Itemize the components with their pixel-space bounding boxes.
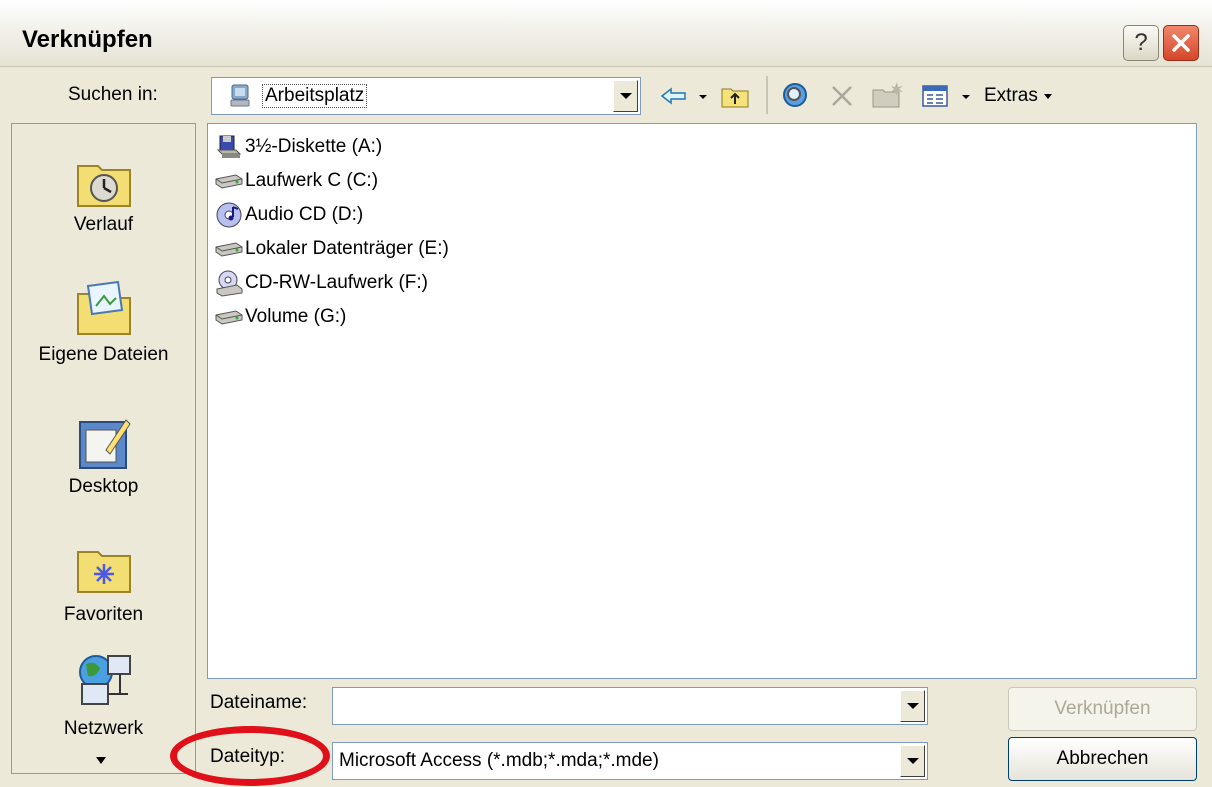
filetype-select[interactable]: Microsoft Access (*.mdb;*.mda;*.mde) bbox=[332, 742, 928, 780]
chevron-down-icon bbox=[962, 95, 970, 99]
place-favorites[interactable]: Favoriten bbox=[12, 536, 195, 636]
look-in-label: Suchen in: bbox=[68, 84, 158, 105]
file-label: CD-RW-Laufwerk (F:) bbox=[245, 272, 428, 293]
back-arrow-icon bbox=[660, 87, 686, 105]
place-label: Eigene Dateien bbox=[38, 344, 169, 365]
close-button[interactable] bbox=[1163, 25, 1199, 61]
file-list[interactable]: 3½-Diskette (A:) Laufwerk C (C:) Audio C… bbox=[207, 123, 1197, 679]
file-label: Volume (G:) bbox=[245, 306, 347, 327]
chevron-down-icon bbox=[906, 703, 919, 709]
link-button[interactable]: Verknüpfen bbox=[1008, 687, 1197, 731]
help-button[interactable]: ? bbox=[1123, 25, 1159, 61]
views-list-icon bbox=[922, 85, 948, 107]
chevron-down-icon bbox=[1043, 93, 1052, 99]
place-label: Verlauf bbox=[73, 214, 134, 235]
views-button[interactable] bbox=[918, 80, 952, 112]
search-web-button[interactable] bbox=[778, 78, 814, 114]
filename-label: Dateiname: bbox=[210, 692, 308, 713]
places-bar: Verlauf Eigene Dateien Desktop Favoriten bbox=[11, 123, 196, 774]
delete-button[interactable] bbox=[825, 80, 859, 112]
place-my-documents[interactable]: Eigene Dateien bbox=[12, 276, 195, 376]
chevron-down-icon bbox=[699, 95, 707, 99]
search-web-icon bbox=[783, 83, 807, 107]
back-dropdown[interactable] bbox=[695, 90, 711, 104]
place-label: Netzwerk bbox=[63, 718, 144, 739]
title-bar: Verknüpfen ? bbox=[0, 0, 1212, 67]
close-icon bbox=[1172, 34, 1190, 52]
hard-drive-icon bbox=[213, 235, 245, 263]
list-item[interactable]: CD-RW-Laufwerk (F:) bbox=[213, 268, 428, 298]
list-item[interactable]: Laufwerk C (C:) bbox=[213, 166, 378, 196]
places-scroll-down-icon[interactable] bbox=[96, 752, 112, 770]
separator bbox=[766, 76, 768, 114]
place-label: Favoriten bbox=[63, 604, 144, 625]
tools-menu-button[interactable]: Extras bbox=[984, 80, 1074, 112]
filename-field[interactable] bbox=[332, 687, 928, 725]
favorites-folder-icon bbox=[77, 551, 131, 593]
delete-x-icon bbox=[832, 86, 852, 106]
hard-drive-icon bbox=[213, 303, 245, 331]
place-network[interactable]: Netzwerk bbox=[12, 650, 195, 750]
chevron-down-icon bbox=[619, 93, 632, 99]
list-item[interactable]: Lokaler Datenträger (E:) bbox=[213, 234, 449, 264]
network-places-icon bbox=[79, 655, 131, 705]
my-documents-icon bbox=[77, 280, 131, 335]
look-in-dropdown-button[interactable] bbox=[613, 80, 638, 112]
floppy-drive-icon bbox=[213, 133, 245, 161]
list-item[interactable]: 3½-Diskette (A:) bbox=[213, 132, 382, 162]
cancel-button[interactable]: Abbrechen bbox=[1008, 737, 1197, 781]
filename-dropdown-button[interactable] bbox=[900, 690, 925, 722]
my-computer-icon bbox=[230, 84, 250, 107]
file-label: Laufwerk C (C:) bbox=[245, 170, 379, 191]
help-icon: ? bbox=[1134, 29, 1148, 56]
dialog-title: Verknüpfen bbox=[22, 26, 153, 53]
place-history[interactable]: Verlauf bbox=[12, 146, 195, 246]
desktop-icon bbox=[79, 419, 131, 469]
chevron-down-icon bbox=[906, 758, 919, 764]
hard-drive-icon bbox=[213, 167, 245, 195]
views-dropdown[interactable] bbox=[958, 90, 974, 104]
cd-rw-drive-icon bbox=[213, 269, 245, 297]
look-in-combo[interactable]: Arbeitsplatz bbox=[211, 77, 641, 115]
filetype-dropdown-button[interactable] bbox=[900, 745, 925, 777]
list-item[interactable]: Volume (G:) bbox=[213, 302, 346, 332]
up-one-level-icon bbox=[721, 88, 749, 108]
file-label: Audio CD (D:) bbox=[245, 204, 364, 225]
file-label: Lokaler Datenträger (E:) bbox=[245, 238, 449, 259]
up-folder-button[interactable] bbox=[718, 80, 752, 112]
place-label: Desktop bbox=[68, 476, 139, 497]
look-in-value: Arbeitsplatz bbox=[262, 84, 368, 108]
new-folder-button[interactable] bbox=[870, 78, 906, 112]
highlight-ellipse bbox=[170, 726, 330, 786]
list-item[interactable]: Audio CD (D:) bbox=[213, 200, 363, 230]
back-button[interactable] bbox=[657, 82, 691, 110]
new-folder-icon bbox=[872, 82, 903, 108]
audio-cd-icon bbox=[213, 201, 245, 229]
tools-menu-label: Extras bbox=[984, 85, 1038, 106]
history-icon bbox=[77, 165, 131, 207]
place-desktop[interactable]: Desktop bbox=[12, 408, 195, 508]
file-label: 3½-Diskette (A:) bbox=[245, 136, 383, 157]
filetype-value: Microsoft Access (*.mdb;*.mda;*.mde) bbox=[339, 750, 659, 771]
